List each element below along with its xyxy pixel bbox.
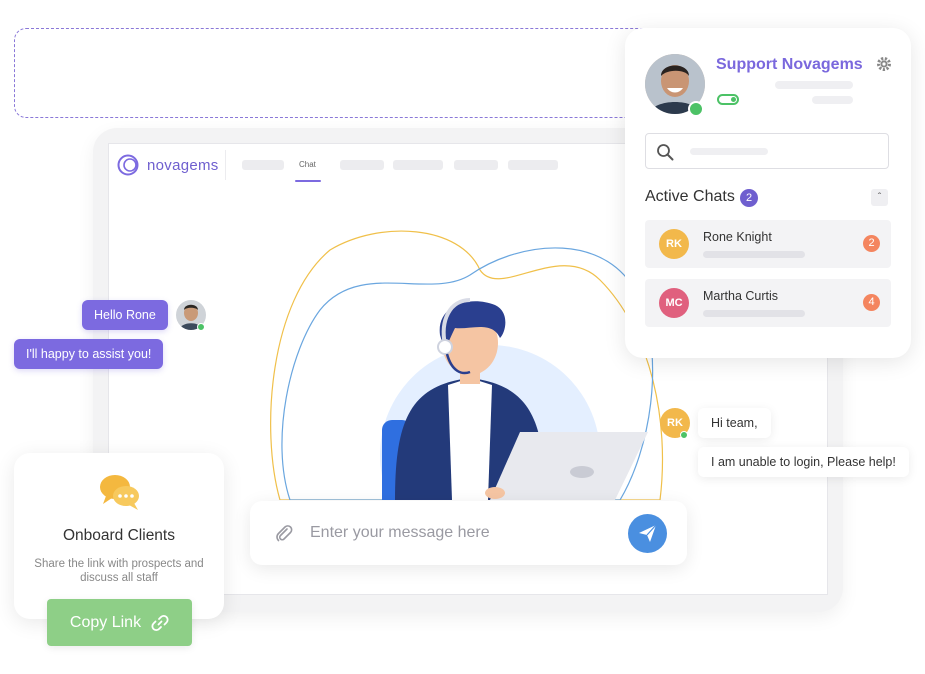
placeholder-line: [812, 96, 853, 104]
agent-message-hello: Hello Rone: [82, 300, 168, 330]
dashed-drop-area: [14, 28, 654, 118]
nav-item-placeholder[interactable]: [508, 160, 558, 170]
nav-item-placeholder[interactable]: [242, 160, 284, 170]
chat-search-input[interactable]: [645, 133, 889, 169]
online-status-dot: [680, 431, 688, 439]
send-button[interactable]: [628, 514, 667, 553]
active-chat-item[interactable]: RK Rone Knight 2: [645, 220, 891, 268]
nav-item-placeholder[interactable]: [340, 160, 384, 170]
online-status-dot: [688, 101, 704, 117]
customer-message-greeting: Hi team,: [698, 408, 771, 438]
gear-icon[interactable]: [876, 56, 892, 72]
tab-chat[interactable]: Chat: [299, 160, 316, 169]
support-panel: Support Novagems Active Chats 2 ˆ RK Ron…: [625, 28, 911, 358]
active-chat-item[interactable]: MC Martha Curtis 4: [645, 279, 891, 327]
active-chats-count-badge: 2: [740, 189, 758, 207]
availability-toggle[interactable]: [717, 94, 739, 105]
search-icon: [657, 144, 674, 161]
online-status-dot: [197, 323, 205, 331]
unread-count-badge: 2: [863, 235, 880, 252]
brand-name: novagems: [147, 156, 219, 174]
link-icon: [151, 614, 169, 631]
collapse-button[interactable]: ˆ: [871, 189, 888, 206]
onboard-title: Onboard Clients: [62, 527, 175, 544]
chat-avatar: RK: [659, 229, 689, 259]
chat-contact-name: Rone Knight: [703, 230, 772, 244]
nav-item-placeholder[interactable]: [393, 160, 443, 170]
paperclip-icon[interactable]: [274, 523, 294, 543]
send-icon: [639, 524, 657, 542]
search-placeholder-line: [690, 148, 768, 155]
brand-logo[interactable]: novagems: [117, 154, 219, 176]
copy-link-label: Copy Link: [69, 613, 142, 631]
panel-title: Support Novagems: [716, 56, 863, 73]
chat-bubbles-icon: [100, 475, 139, 510]
novagems-logo-icon: [117, 154, 139, 176]
tab-active-indicator: [295, 180, 321, 182]
onboard-clients-card: Onboard Clients Share the link with pros…: [14, 453, 224, 619]
customer-message-problem: I am unable to login, Please help!: [698, 447, 909, 477]
unread-count-badge: 4: [863, 294, 880, 311]
agent-message-assist: I'll happy to assist you!: [14, 339, 164, 369]
chat-avatar: MC: [659, 288, 689, 318]
onboard-description: Share the link with prospects and discus…: [34, 558, 204, 584]
chat-contact-name: Martha Curtis: [703, 289, 779, 303]
copy-link-button[interactable]: Copy Link: [47, 599, 192, 646]
message-composer: Enter your message here: [250, 501, 687, 565]
active-chats-heading: Active Chats: [645, 188, 735, 205]
message-input[interactable]: Enter your message here: [310, 524, 490, 542]
chat-preview-placeholder: [703, 310, 805, 317]
nav-divider: [225, 150, 226, 180]
nav-item-placeholder[interactable]: [454, 160, 498, 170]
chat-preview-placeholder: [703, 251, 805, 258]
placeholder-line: [775, 81, 853, 89]
